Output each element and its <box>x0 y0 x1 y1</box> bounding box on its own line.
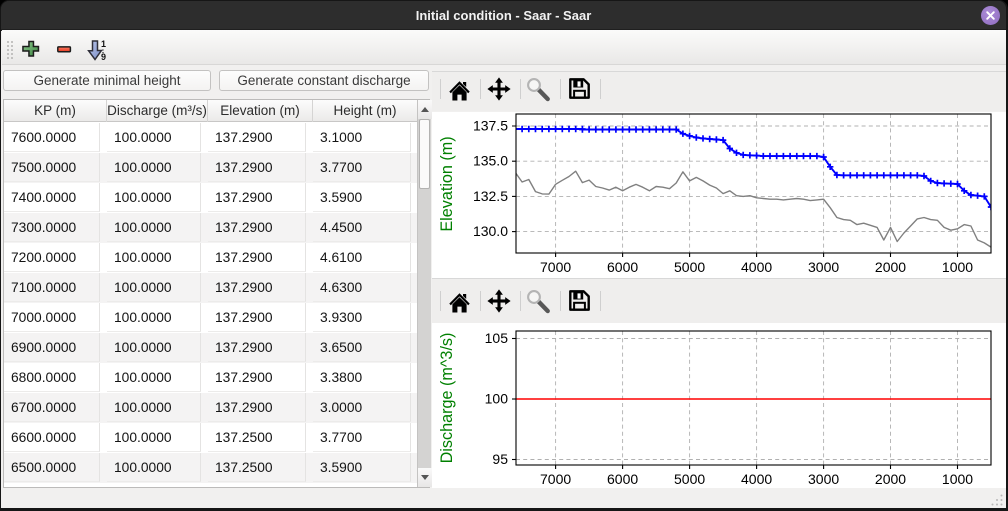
svg-text:2000: 2000 <box>875 471 906 487</box>
svg-text:3000: 3000 <box>808 471 839 487</box>
svg-text:7000: 7000 <box>540 471 571 487</box>
svg-text:6000: 6000 <box>607 471 638 487</box>
svg-text:137.5: 137.5 <box>473 118 508 134</box>
svg-text:6000: 6000 <box>607 259 638 275</box>
svg-text:Elevation (m): Elevation (m) <box>438 136 456 231</box>
svg-text:95: 95 <box>492 451 508 467</box>
svg-text:105: 105 <box>485 330 509 346</box>
svg-text:Discharge (m^3/s): Discharge (m^3/s) <box>438 333 456 464</box>
svg-text:1: 1 <box>101 39 106 49</box>
svg-text:5000: 5000 <box>674 471 705 487</box>
svg-text:7000: 7000 <box>540 259 571 275</box>
svg-text:5000: 5000 <box>674 259 705 275</box>
svg-text:100: 100 <box>485 391 509 407</box>
svg-text:130.0: 130.0 <box>473 223 508 239</box>
svg-text:1000: 1000 <box>942 471 973 487</box>
svg-text:135.0: 135.0 <box>473 153 508 169</box>
svg-text:2000: 2000 <box>875 259 906 275</box>
svg-text:4000: 4000 <box>741 259 772 275</box>
svg-text:3000: 3000 <box>808 259 839 275</box>
svg-text:1000: 1000 <box>942 259 973 275</box>
svg-text:9: 9 <box>101 52 106 62</box>
svg-text:132.5: 132.5 <box>473 188 508 204</box>
svg-text:4000: 4000 <box>741 471 772 487</box>
